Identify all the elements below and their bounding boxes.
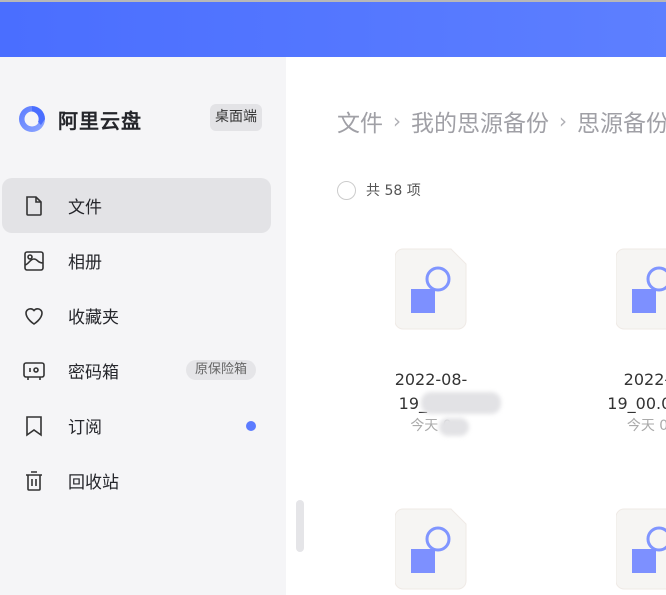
- file-date: 今天 0: [410, 418, 452, 434]
- trash-icon: [26, 470, 42, 491]
- file-item[interactable]: 2022-019_00.09.5 今天 00: [572, 248, 666, 436]
- sidebar-item-photos[interactable]: 相册: [2, 233, 271, 288]
- desktop-badge: 桌面端: [210, 104, 262, 131]
- redaction: [439, 418, 469, 436]
- title-bar: [0, 2, 666, 57]
- sidebar-item-files[interactable]: 文件: [2, 178, 271, 233]
- file-icon: [26, 195, 42, 216]
- sidebar-item-label: 订阅: [68, 418, 102, 438]
- sidebar-item-label: 回收站: [68, 473, 119, 493]
- sidebar-item-safe[interactable]: 密码箱 原保险箱: [2, 343, 271, 398]
- siyuan-file-icon: [394, 248, 467, 330]
- redaction: [421, 392, 501, 414]
- item-count: 共 58 项: [366, 183, 421, 199]
- notification-dot: [246, 421, 256, 431]
- select-all-checkbox[interactable]: [337, 180, 356, 200]
- siyuan-file-icon: [394, 508, 467, 590]
- file-name: 2022-019_00.09.5: [607, 370, 666, 413]
- breadcrumb-item: 思源备份数: [577, 111, 666, 137]
- sidebar-item-subscriptions[interactable]: 订阅: [2, 398, 271, 453]
- chevron-right-icon: ›: [393, 109, 401, 133]
- bookmark-icon: [26, 415, 42, 437]
- app-name: 阿里云盘: [58, 108, 142, 133]
- sidebar-nav: 文件 相册 收藏夹 密码箱 原保险箱 订阅 回收站: [0, 178, 286, 508]
- file-item[interactable]: [572, 508, 666, 590]
- file-item[interactable]: [351, 508, 511, 590]
- sidebar-item-trash[interactable]: 回收站: [2, 453, 271, 508]
- select-all-row: 共 58 项: [337, 180, 421, 200]
- siyuan-file-icon: [615, 508, 666, 590]
- safe-badge: 原保险箱: [185, 360, 256, 380]
- photo-icon: [24, 250, 44, 271]
- siyuan-file-icon: [615, 248, 666, 330]
- safe-icon: [23, 361, 45, 380]
- file-date: 今天 00: [626, 418, 666, 434]
- app-logo: 阿里云盘: [16, 103, 142, 135]
- chevron-right-icon: ›: [559, 109, 567, 133]
- breadcrumb-item[interactable]: 我的思源备份: [411, 104, 549, 138]
- sidebar: 阿里云盘 桌面端 文件 相册 收藏夹 密码箱 原保险箱 订阅 回收站: [0, 57, 286, 595]
- aliyun-drive-logo-icon: [19, 106, 45, 132]
- sidebar-item-favorites[interactable]: 收藏夹: [2, 288, 271, 343]
- breadcrumb-item[interactable]: 文件: [337, 104, 383, 138]
- sidebar-item-label: 相册: [68, 253, 102, 273]
- breadcrumb: 文件 › 我的思源备份 › 思源备份数: [337, 104, 666, 138]
- scrollbar[interactable]: [296, 500, 304, 552]
- heart-icon: [25, 307, 43, 325]
- sidebar-item-label: 收藏夹: [68, 308, 119, 328]
- sidebar-item-label: 密码箱: [68, 363, 119, 383]
- sidebar-item-label: 文件: [68, 198, 102, 218]
- file-item[interactable]: 2022-08-19_0….. 今天 0: [351, 248, 511, 436]
